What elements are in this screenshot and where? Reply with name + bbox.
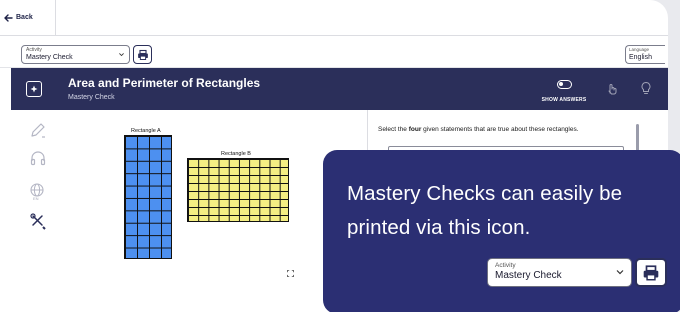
toggle-icon [556, 80, 572, 89]
toolbar: Activity Mastery Check Language English [0, 36, 668, 68]
chevron-down-icon [119, 53, 124, 57]
activity-select[interactable]: Activity Mastery Check [21, 45, 130, 64]
callout-activity-select: Activity Mastery Check [487, 258, 632, 287]
show-answers-toggle[interactable]: SHOW ANSWERS [541, 76, 587, 103]
sidebar-tool-pencil[interactable] [29, 121, 47, 139]
print-button[interactable] [133, 45, 152, 64]
activity-select-value: Mastery Check [26, 54, 73, 61]
callout-activity-value: Mastery Check [495, 270, 562, 281]
language-select-value: English [629, 54, 652, 61]
lesson-title: Area and Perimeter of Rectangles [68, 76, 261, 90]
rectangle-a-label: Rectangle A [131, 128, 161, 134]
lesson-type-icon [26, 81, 42, 97]
arrow-left-icon [4, 13, 13, 22]
question-prefix: Select the [378, 126, 409, 133]
callout-activity-label: Activity [495, 262, 516, 269]
sidebar-tool-tools[interactable] [29, 212, 47, 230]
chevron-down-icon [616, 270, 624, 275]
back-label: Back [16, 14, 33, 21]
callout-text: Mastery Checks can easily be printed via… [347, 182, 623, 239]
sparkle-icon [30, 85, 38, 93]
question-prompt: Select the four given statements that ar… [378, 126, 579, 133]
scrollbar[interactable] [636, 124, 639, 152]
show-answers-label: SHOW ANSWERS [541, 97, 587, 103]
sidebar-tool-language[interactable]: EN [29, 182, 47, 201]
callout-print-button [635, 258, 667, 287]
top-bar: Back [0, 0, 668, 36]
rectangle-b-grid [187, 158, 289, 222]
language-select[interactable]: Language English [625, 45, 665, 64]
back-button[interactable]: Back [0, 0, 56, 36]
lesson-header: Area and Perimeter of Rectangles Mastery… [11, 68, 668, 110]
printer-icon [643, 264, 659, 280]
pencil-icon [31, 123, 45, 138]
hand-pointer-icon[interactable] [605, 81, 619, 95]
rectangle-a-grid [124, 135, 172, 259]
tools-icon [30, 213, 46, 230]
tooltip-callout: Mastery Checks can easily be printed via… [323, 150, 680, 312]
rectangle-b-label: Rectangle B [221, 151, 251, 157]
question-suffix: given statements that are true about the… [421, 126, 579, 133]
lesson-subtitle: Mastery Check [68, 94, 115, 101]
sidebar-tool-audio[interactable] [29, 149, 47, 167]
headphones-icon [30, 151, 46, 166]
expand-icon[interactable] [287, 270, 294, 277]
printer-icon [137, 49, 148, 60]
question-emphasis: four [408, 126, 422, 133]
language-code: EN [33, 196, 39, 201]
lightbulb-icon[interactable] [639, 81, 653, 95]
